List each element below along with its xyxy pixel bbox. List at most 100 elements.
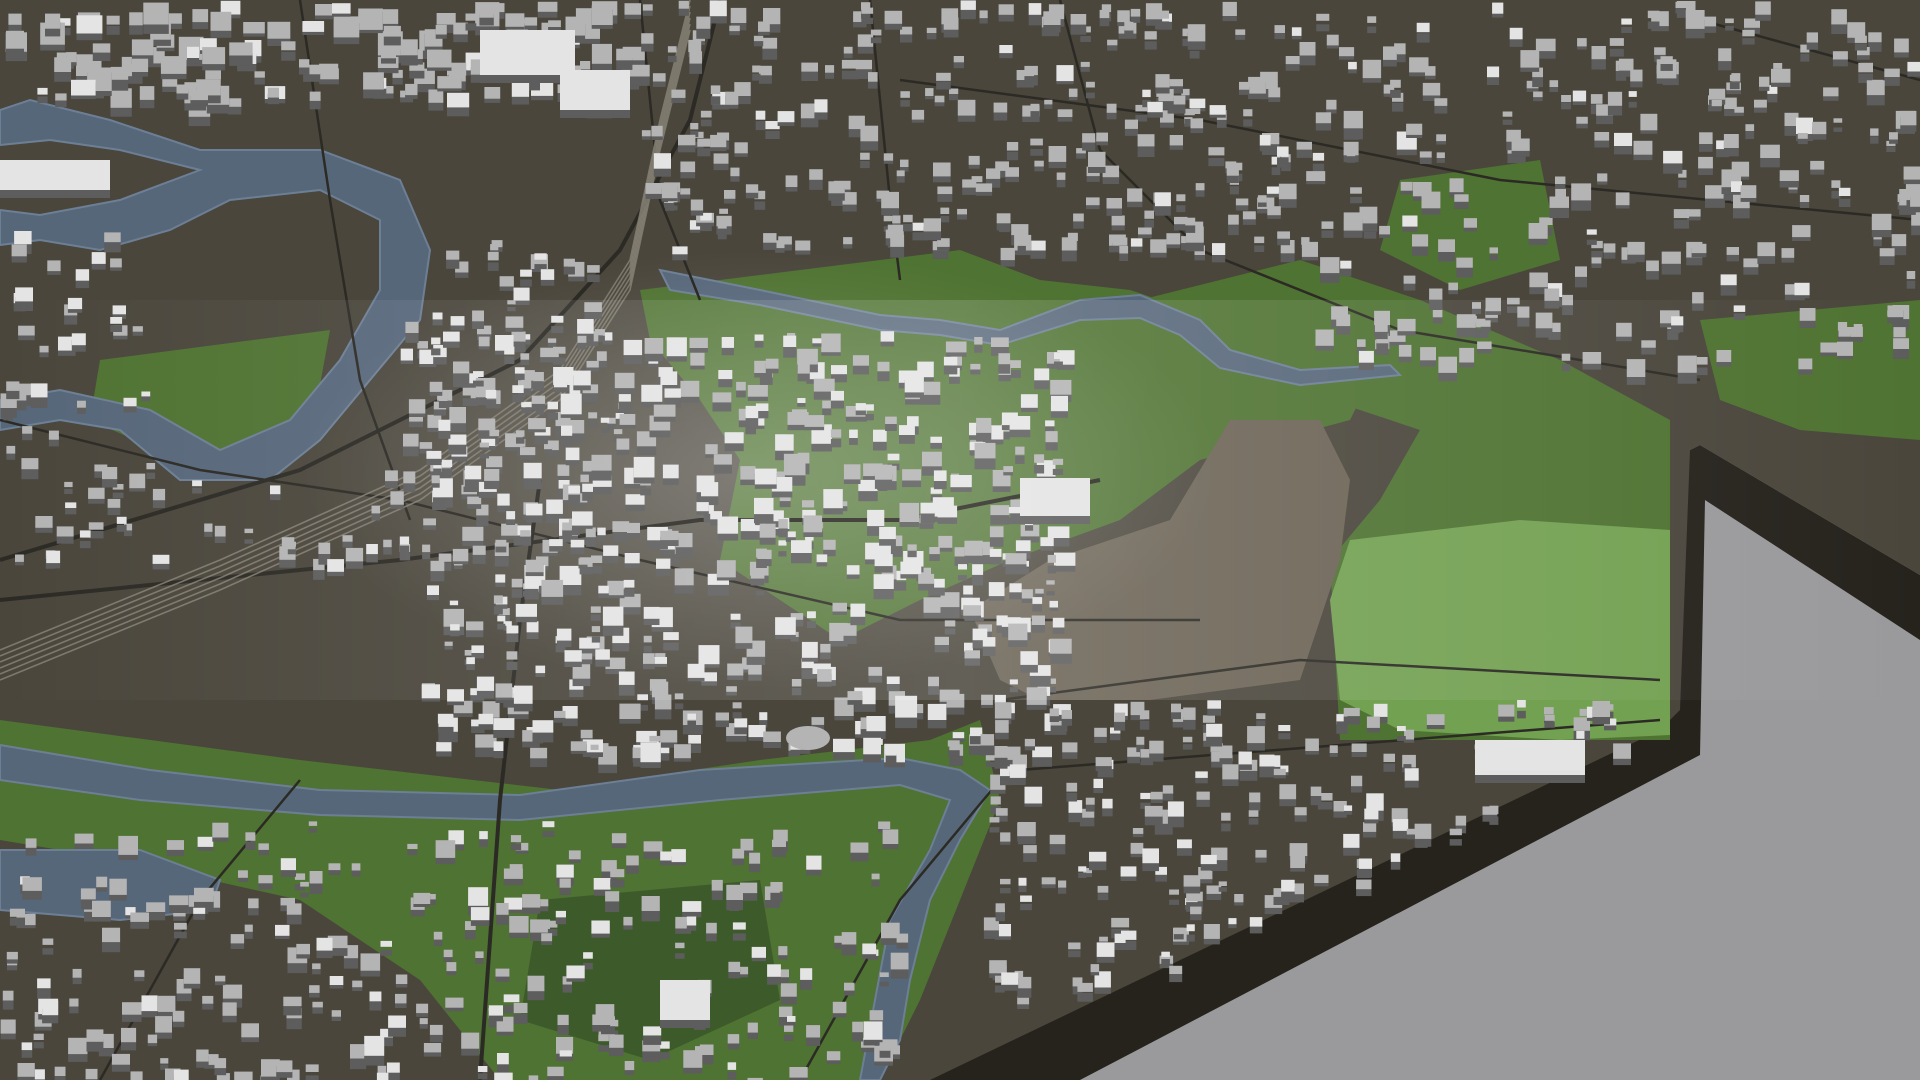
building <box>388 1015 406 1037</box>
building <box>970 727 983 745</box>
building <box>882 829 899 850</box>
building <box>241 1023 259 1043</box>
building <box>994 746 1008 769</box>
building <box>1086 197 1100 210</box>
building <box>1871 213 1892 238</box>
building <box>850 842 869 862</box>
building <box>749 852 761 873</box>
building <box>173 1069 189 1080</box>
building <box>729 25 740 36</box>
building <box>475 951 484 964</box>
building <box>1575 266 1587 288</box>
building <box>641 130 651 140</box>
building <box>682 901 702 918</box>
building <box>1426 714 1445 730</box>
building <box>1594 132 1610 148</box>
building <box>312 963 321 975</box>
building <box>1058 880 1067 894</box>
building <box>1810 160 1825 175</box>
building <box>1720 274 1737 296</box>
building <box>1032 746 1052 767</box>
building <box>1436 134 1446 145</box>
building <box>923 218 941 241</box>
building <box>911 109 925 123</box>
building <box>1366 716 1380 733</box>
building <box>1209 105 1226 118</box>
building <box>1017 996 1030 1009</box>
building <box>86 1029 104 1052</box>
building <box>927 703 947 729</box>
building <box>570 741 587 754</box>
building <box>1030 103 1040 118</box>
building <box>358 8 383 34</box>
building <box>1866 80 1885 106</box>
building <box>423 1043 442 1057</box>
building <box>1362 59 1382 83</box>
building <box>139 86 155 109</box>
building <box>975 183 993 196</box>
building <box>309 871 323 894</box>
building <box>524 17 538 32</box>
building <box>758 65 772 84</box>
building <box>1000 832 1011 845</box>
building <box>678 134 696 153</box>
building <box>1080 61 1090 72</box>
building <box>1799 195 1810 208</box>
building <box>1028 3 1042 26</box>
building <box>1000 247 1015 267</box>
building <box>566 965 585 982</box>
building <box>364 1035 385 1066</box>
building <box>953 56 964 69</box>
building <box>1235 198 1249 211</box>
building <box>661 182 678 202</box>
building <box>609 1034 624 1057</box>
building <box>1048 146 1067 169</box>
building <box>33 1069 45 1080</box>
building <box>1646 260 1659 280</box>
building <box>1190 906 1202 921</box>
landmark-hall-west <box>0 160 110 198</box>
building <box>1691 243 1707 258</box>
building <box>234 1071 253 1080</box>
building <box>302 21 325 35</box>
building <box>1640 113 1658 134</box>
building <box>943 17 959 38</box>
building <box>1356 879 1372 897</box>
building <box>725 91 739 109</box>
building <box>728 961 741 979</box>
building <box>296 943 310 959</box>
building <box>1259 134 1271 152</box>
building <box>530 747 548 768</box>
building <box>806 1025 821 1046</box>
building <box>1068 88 1078 101</box>
building <box>1663 150 1683 174</box>
building <box>1167 801 1184 828</box>
building <box>1301 241 1318 261</box>
building <box>522 894 541 914</box>
building <box>726 884 743 911</box>
building <box>1344 805 1353 815</box>
building <box>1511 138 1530 157</box>
building <box>1528 223 1548 245</box>
building <box>1291 27 1302 40</box>
building <box>1247 726 1265 751</box>
building <box>1096 942 1115 963</box>
building <box>6 951 18 964</box>
building <box>885 746 897 763</box>
building <box>1138 227 1152 238</box>
building <box>1196 791 1210 807</box>
building <box>1183 875 1201 894</box>
building <box>196 1049 209 1068</box>
building <box>1187 24 1206 50</box>
building <box>1279 784 1297 807</box>
building <box>732 848 745 866</box>
building <box>1255 849 1267 863</box>
building <box>6 30 24 59</box>
building <box>884 10 903 30</box>
building <box>1226 165 1239 183</box>
building <box>461 1032 480 1056</box>
building <box>680 188 691 199</box>
building <box>479 6 494 26</box>
building <box>122 1002 142 1022</box>
building <box>376 1072 389 1080</box>
